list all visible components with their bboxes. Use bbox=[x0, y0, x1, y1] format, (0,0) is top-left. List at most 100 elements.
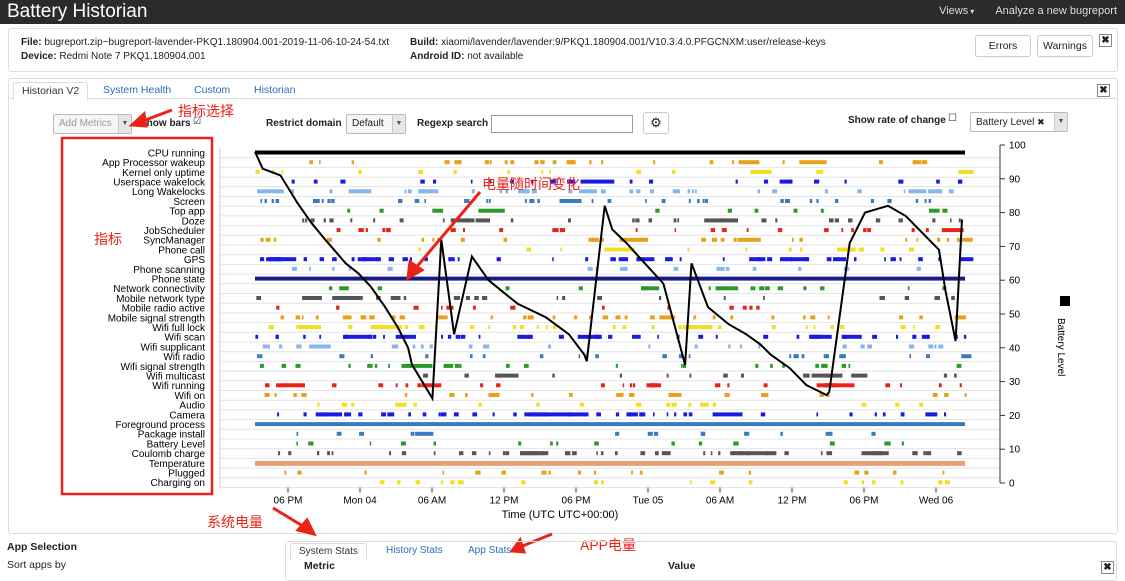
tab-system-stats[interactable]: System Stats bbox=[290, 543, 367, 561]
activity-bar bbox=[568, 218, 571, 223]
activity-bar bbox=[934, 344, 937, 349]
activity-bar bbox=[332, 266, 335, 271]
activity-bar bbox=[789, 354, 792, 359]
activity-bar bbox=[539, 354, 544, 359]
activity-bar bbox=[432, 237, 435, 242]
annotation-battery-over-time: 电量随时间变化 bbox=[482, 176, 580, 192]
activity-bar bbox=[495, 373, 513, 378]
activity-bar bbox=[444, 412, 447, 417]
activity-bar bbox=[370, 354, 373, 359]
activity-bar bbox=[315, 412, 338, 417]
activity-bar bbox=[339, 412, 343, 417]
activity-bar bbox=[474, 296, 479, 300]
activity-bar bbox=[512, 325, 517, 330]
activity-bar bbox=[722, 257, 725, 262]
activity-bar bbox=[464, 393, 468, 397]
activity-bar bbox=[694, 189, 697, 194]
activity-bar bbox=[608, 334, 613, 339]
activity-bar bbox=[276, 305, 280, 310]
activity-bar bbox=[714, 383, 721, 388]
activity-bar bbox=[932, 412, 938, 417]
activity-bar bbox=[524, 363, 529, 368]
activity-bar bbox=[820, 208, 824, 213]
activity-bar bbox=[395, 402, 407, 407]
activity-bar bbox=[918, 257, 923, 262]
activity-bar bbox=[370, 334, 373, 339]
close-stats-icon[interactable]: ✖ bbox=[1101, 561, 1114, 574]
activity-bar bbox=[264, 199, 267, 203]
activity-bar bbox=[559, 199, 564, 203]
activity-bar bbox=[488, 393, 500, 397]
activity-bar bbox=[578, 286, 583, 291]
activity-bar bbox=[648, 218, 653, 223]
activity-bar bbox=[391, 344, 397, 349]
activity-bar bbox=[937, 237, 941, 242]
activity-bar bbox=[556, 296, 559, 300]
activity-bar bbox=[629, 393, 635, 397]
activity-bar bbox=[622, 383, 625, 388]
activity-bar bbox=[422, 412, 427, 417]
activity-bar bbox=[916, 266, 921, 271]
activity-bar bbox=[712, 412, 743, 417]
activity-bar bbox=[858, 247, 864, 252]
activity-bar bbox=[417, 383, 422, 388]
activity-bar bbox=[554, 228, 559, 233]
activity-bar bbox=[651, 325, 655, 330]
activity-bar bbox=[900, 480, 904, 485]
activity-bar bbox=[536, 402, 540, 407]
activity-bar bbox=[319, 160, 321, 165]
activity-bar bbox=[661, 199, 666, 203]
activity-bar bbox=[755, 363, 759, 368]
activity-bar bbox=[757, 189, 761, 194]
activity-bar bbox=[704, 199, 708, 203]
activity-bar bbox=[496, 383, 501, 388]
activity-bar bbox=[399, 218, 404, 223]
activity-bar bbox=[350, 218, 353, 223]
activity-bar bbox=[801, 354, 805, 359]
activity-bar bbox=[351, 160, 354, 165]
activity-bar bbox=[761, 218, 767, 223]
activity-bar bbox=[504, 160, 508, 165]
activity-bar bbox=[358, 412, 363, 417]
activity-bar bbox=[687, 189, 691, 194]
activity-bar bbox=[259, 354, 263, 359]
activity-bar bbox=[800, 247, 803, 252]
activity-bar bbox=[742, 305, 747, 310]
y-tick-label: 80 bbox=[1009, 208, 1021, 219]
activity-bar bbox=[948, 189, 954, 194]
activity-bar bbox=[413, 305, 419, 310]
activity-bar bbox=[617, 315, 621, 320]
activity-bar bbox=[459, 363, 462, 368]
activity-bar bbox=[569, 393, 573, 397]
activity-bar bbox=[898, 218, 903, 223]
activity-bar bbox=[909, 247, 914, 252]
activity-bar bbox=[309, 160, 313, 165]
activity-bar bbox=[851, 228, 854, 233]
activity-bar bbox=[510, 305, 516, 310]
activity-bar bbox=[818, 169, 824, 174]
activity-bar bbox=[501, 470, 506, 475]
activity-bar bbox=[757, 257, 762, 262]
tab-app-stats[interactable]: App Stats bbox=[460, 543, 519, 561]
tab-history-stats[interactable]: History Stats bbox=[378, 543, 451, 561]
activity-bar bbox=[942, 208, 948, 213]
activity-bar bbox=[278, 451, 281, 456]
activity-bar bbox=[668, 393, 682, 397]
activity-bar bbox=[919, 315, 923, 320]
activity-bar bbox=[657, 334, 659, 339]
activity-bar bbox=[457, 480, 462, 485]
activity-bar bbox=[629, 189, 633, 194]
activity-bar bbox=[615, 431, 620, 436]
activity-bar bbox=[386, 228, 391, 233]
activity-bar bbox=[336, 305, 340, 310]
activity-bar bbox=[829, 441, 835, 446]
activity-bar bbox=[698, 334, 704, 339]
activity-bar bbox=[938, 344, 944, 349]
activity-bar bbox=[341, 402, 348, 407]
activity-bar bbox=[572, 451, 577, 456]
activity-bar bbox=[571, 160, 574, 165]
activity-bar bbox=[712, 402, 716, 407]
activity-bar bbox=[585, 257, 589, 262]
activity-bar bbox=[303, 257, 307, 262]
activity-bar bbox=[389, 451, 392, 456]
